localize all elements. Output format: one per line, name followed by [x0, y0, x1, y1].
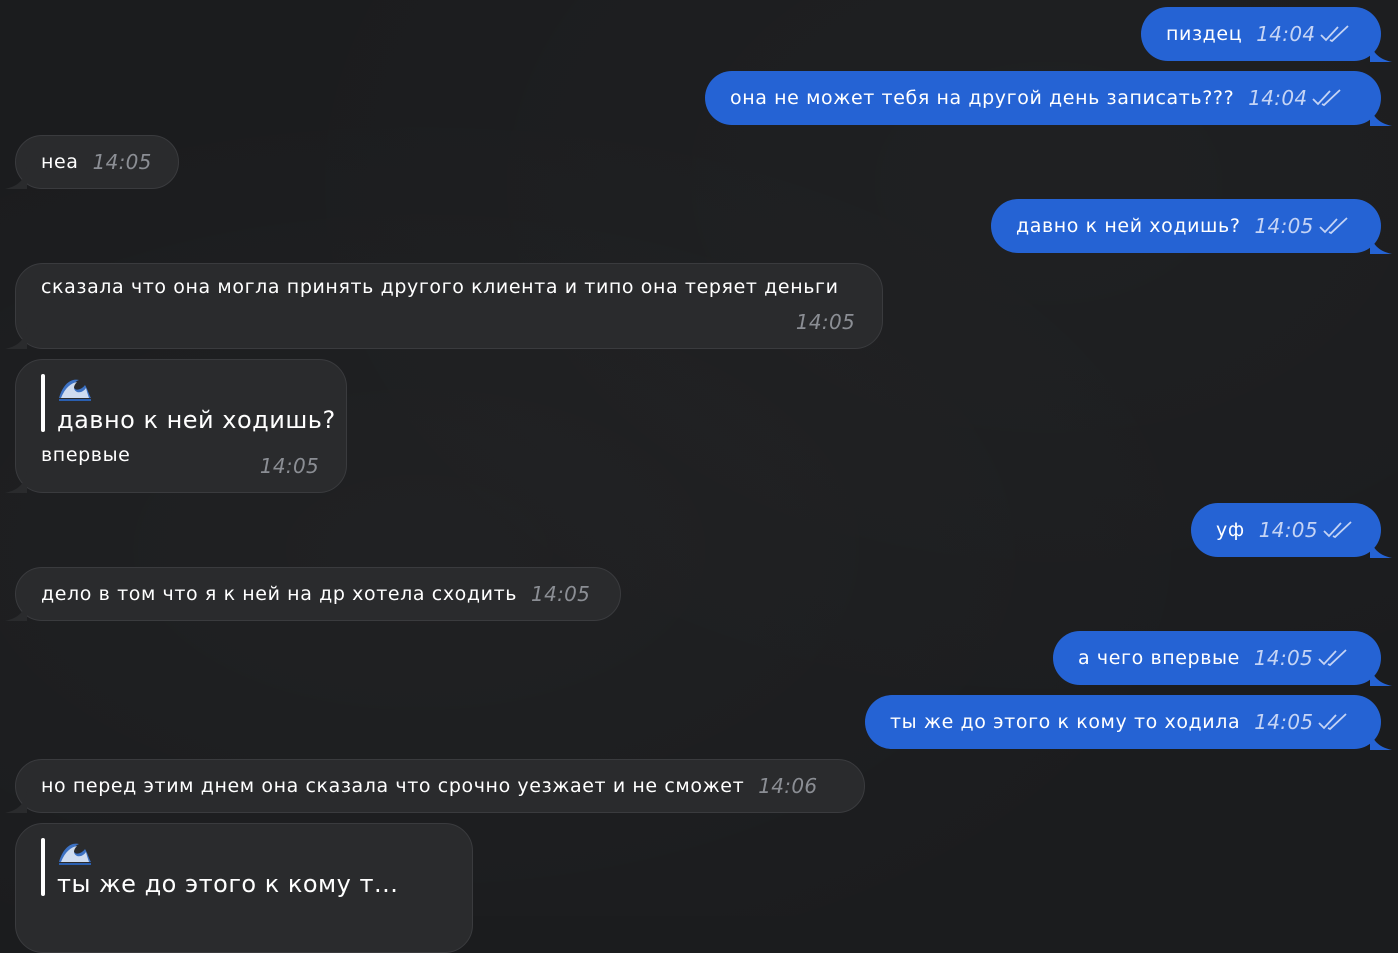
double-check-icon — [1318, 713, 1347, 731]
reply-quote[interactable]: ты же до этого к кому т... — [41, 838, 446, 898]
message-time: 14:05 — [1254, 710, 1314, 734]
message-outgoing[interactable]: ты же до этого к кому то ходила 14:05 — [865, 695, 1392, 750]
bubble-tail — [1370, 104, 1392, 126]
message-time: 14:05 — [1253, 646, 1314, 670]
bubble-tail — [5, 599, 27, 621]
message-time: 14:05 — [531, 582, 591, 606]
message-text: уф — [1216, 519, 1245, 541]
message-incoming-reply[interactable]: ты же до этого к кому т... — [15, 823, 473, 953]
message-time: 14:05 — [259, 454, 319, 478]
bubble-tail — [1370, 40, 1392, 62]
message-outgoing[interactable]: она не может тебя на другой день записат… — [705, 71, 1392, 126]
bubble-tail — [5, 327, 27, 349]
reply-bar — [41, 374, 45, 432]
message-outgoing[interactable]: давно к ней ходишь? 14:05 — [991, 199, 1392, 254]
message-text: она не может тебя на другой день записат… — [730, 87, 1235, 109]
bubble-tail — [5, 471, 27, 493]
message-text: а чего впервые — [1078, 647, 1240, 669]
message-time: 14:04 — [1248, 86, 1308, 110]
wave-emoji-icon — [59, 843, 91, 865]
message-time: 14:05 — [1254, 214, 1314, 238]
message-text: давно к ней ходишь? — [1016, 215, 1241, 237]
double-check-icon — [1318, 649, 1347, 667]
message-time: 14:05 — [795, 310, 855, 334]
message-text: пиздец — [1166, 23, 1243, 45]
reply-quote-text: ты же до этого к кому т... — [57, 870, 399, 898]
bubble-tail — [5, 167, 27, 189]
message-time: 14:06 — [758, 774, 818, 798]
message-text: дело в том что я к ней на др хотела сход… — [41, 583, 518, 605]
bubble-tail — [1370, 728, 1392, 750]
message-incoming-reply[interactable]: давно к ней ходишь? впервые 14:05 — [5, 359, 347, 493]
message-text: неа — [41, 151, 79, 173]
message-incoming[interactable]: неа 14:05 — [5, 135, 179, 189]
double-check-icon — [1312, 89, 1342, 107]
message-time: 14:05 — [92, 150, 152, 174]
message-text: сказала что она могла принять другого кл… — [41, 276, 839, 298]
double-check-icon — [1319, 217, 1348, 235]
message-time: 14:04 — [1256, 22, 1316, 46]
message-incoming[interactable]: сказала что она могла принять другого кл… — [5, 263, 883, 349]
bubble-tail — [1370, 536, 1392, 558]
message-incoming[interactable]: но перед этим днем она сказала что срочн… — [5, 759, 865, 813]
wave-emoji-icon — [59, 379, 91, 401]
message-outgoing[interactable]: а чего впервые 14:05 — [1053, 631, 1392, 686]
bubble-tail — [5, 791, 27, 813]
bubble-tail — [1370, 664, 1392, 686]
message-text: но перед этим днем она сказала что срочн… — [41, 775, 745, 797]
bubble-tail — [1370, 232, 1392, 254]
message-text: ты же до этого к кому то ходила — [890, 711, 1241, 733]
message-outgoing[interactable]: уф 14:05 — [1191, 503, 1392, 558]
double-check-icon — [1323, 521, 1352, 539]
reply-quote[interactable]: давно к ней ходишь? — [41, 374, 336, 434]
double-check-icon — [1320, 25, 1349, 43]
message-time: 14:05 — [1258, 518, 1318, 542]
reply-quote-text: давно к ней ходишь? — [57, 406, 336, 434]
message-incoming[interactable]: дело в том что я к ней на др хотела сход… — [5, 567, 621, 621]
message-outgoing[interactable]: пиздец 14:04 — [1141, 7, 1392, 62]
reply-bar — [41, 838, 45, 896]
